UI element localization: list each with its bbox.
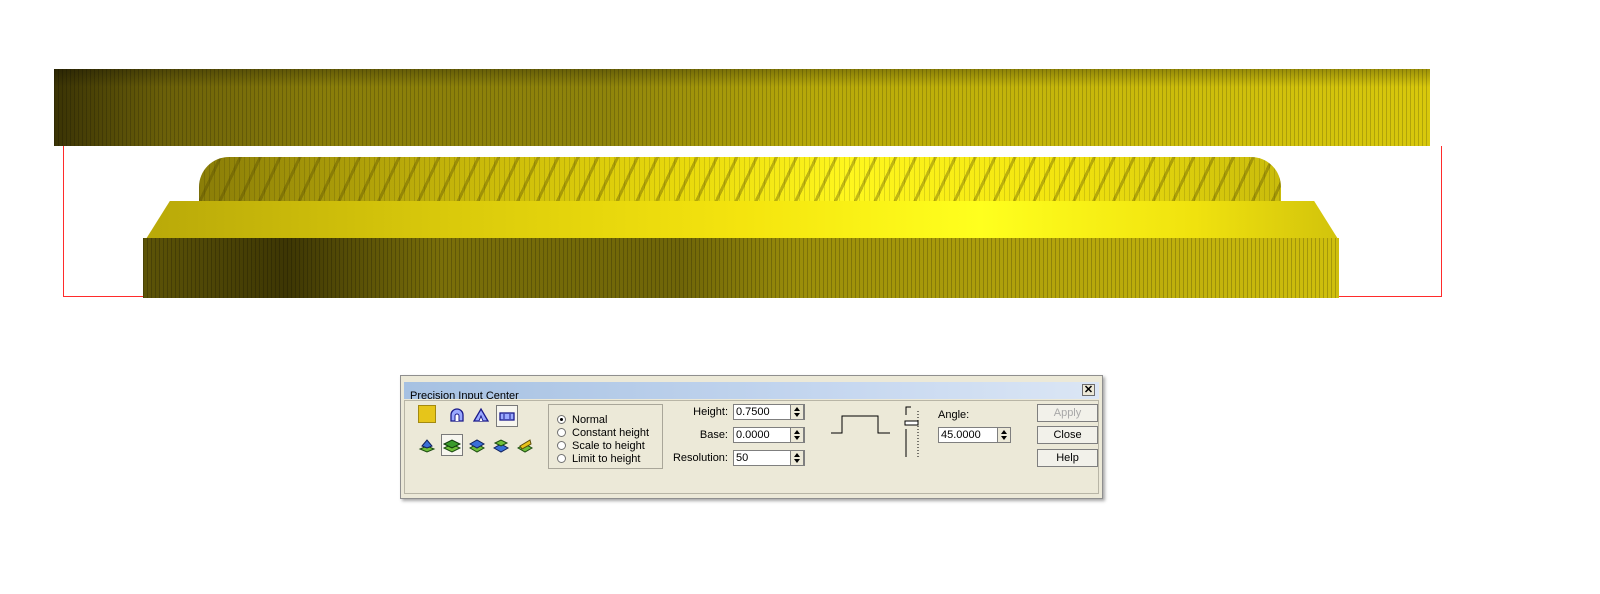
height-spinner[interactable]	[790, 404, 804, 420]
radio-indicator[interactable]	[557, 441, 566, 450]
color-swatch[interactable]	[418, 405, 436, 423]
radio-label: Scale to height	[572, 439, 645, 452]
height-label: Height:	[693, 406, 728, 418]
base-label: Base:	[699, 429, 728, 441]
merge-lowest-icon[interactable]	[492, 436, 510, 454]
relief-base-front	[143, 238, 1339, 298]
radio-indicator[interactable]	[557, 454, 566, 463]
dialog-title: Precision Input Center	[410, 390, 519, 399]
radio-limit-to-height[interactable]: Limit to height	[557, 452, 640, 465]
dome-icon[interactable]	[448, 406, 466, 424]
help-button[interactable]: Help	[1037, 449, 1098, 467]
base-spinner[interactable]	[790, 427, 804, 443]
add-icon[interactable]	[441, 434, 463, 456]
resolution-spinner[interactable]	[790, 450, 804, 466]
radio-scale-to-height[interactable]: Scale to height	[557, 439, 645, 452]
angle-label: Angle:	[938, 409, 970, 421]
merge-highest-icon[interactable]	[418, 436, 436, 454]
angle-spinner[interactable]	[997, 427, 1011, 443]
radio-label: Normal	[572, 413, 608, 426]
resolution-label: Resolution:	[672, 452, 728, 464]
height-slider-icon[interactable]	[902, 405, 924, 459]
apply-button[interactable]: Apply	[1037, 404, 1098, 422]
radio-label: Limit to height	[572, 452, 641, 465]
relief-back-slab	[54, 69, 1430, 146]
subtract-icon[interactable]	[468, 436, 486, 454]
pyramid-icon[interactable]	[472, 406, 490, 424]
radio-label: Constant height	[572, 426, 650, 439]
dialog-titlebar[interactable]: Precision Input Center ✕	[404, 382, 1099, 399]
radio-constant-height[interactable]: Constant height	[557, 426, 649, 439]
flat-icon[interactable]	[496, 405, 518, 427]
radio-indicator[interactable]	[557, 415, 566, 424]
replace-icon[interactable]	[516, 436, 534, 454]
close-button[interactable]: Close	[1037, 426, 1098, 444]
close-icon[interactable]: ✕	[1082, 384, 1095, 396]
radio-normal[interactable]: Normal	[557, 413, 607, 426]
profile-preview-icon	[831, 415, 890, 434]
radio-indicator[interactable]	[557, 428, 566, 437]
relief-base-top	[146, 201, 1338, 239]
3d-viewport[interactable]	[0, 0, 1600, 340]
